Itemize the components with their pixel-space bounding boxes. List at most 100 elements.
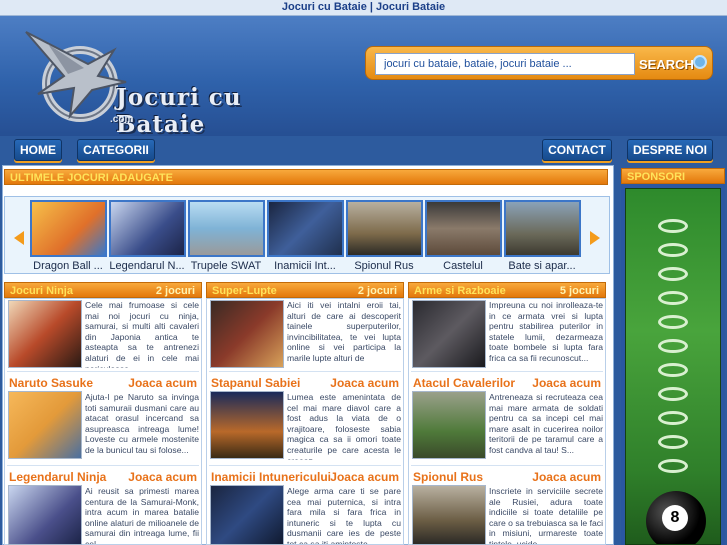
divider (209, 371, 401, 372)
play-now-link[interactable]: Joaca acum (532, 470, 601, 484)
banner-ring-icon (658, 435, 688, 449)
banner-ring-icon (658, 363, 688, 377)
carousel-label[interactable]: Castelul (423, 260, 503, 272)
game-thumbnail[interactable] (210, 391, 284, 459)
category-image[interactable] (210, 300, 284, 368)
play-now-link[interactable]: Joaca acum (128, 376, 197, 390)
category-count: 2 jocuri (357, 285, 397, 297)
game-description: Inscriete in serviciile secrete ale Rusi… (489, 486, 603, 544)
latest-games-header: ULTIMELE JOCURI ADAUGATE (4, 169, 608, 185)
sponsor-header: SPONSORI (621, 168, 725, 184)
carousel-label[interactable]: Inamicii Int... (265, 260, 345, 272)
sponsor-banner[interactable]: 8 (625, 188, 721, 545)
search-button[interactable]: SEARCH (637, 52, 709, 76)
game-thumbnail[interactable] (210, 485, 284, 545)
search-icon (693, 55, 707, 69)
game-title[interactable]: Stapanul Sabiei (211, 376, 300, 390)
site-logo[interactable]: Jocuri cu Bataie .com (18, 24, 318, 138)
site-header: Jocuri cu Bataie .com SEARCH (0, 16, 727, 138)
category-description: Impreuna cu noi inrolleaza-te in ce arma… (489, 300, 603, 363)
banner-ring-icon (658, 243, 688, 257)
game-thumbnail[interactable] (8, 485, 82, 545)
banner-ring-icon (658, 459, 688, 473)
nav-categorii[interactable]: CATEGORII (77, 139, 155, 161)
category-title: Arme si Razboaie (414, 285, 506, 297)
sponsor-panel: SPONSORI 8 (621, 168, 725, 545)
carousel-label[interactable]: Legendarul N... (107, 260, 187, 272)
carousel-thumb[interactable] (188, 200, 265, 257)
play-now-link[interactable]: Joaca acum (330, 376, 399, 390)
latest-games-title: ULTIMELE JOCURI ADAUGATE (10, 172, 173, 184)
divider (209, 465, 401, 466)
play-now-link[interactable]: Joaca acum (330, 470, 399, 484)
banner-ring-icon (658, 315, 688, 329)
carousel-thumb[interactable] (109, 200, 186, 257)
game-description: Alege arma care ti se pare cea mai puter… (287, 486, 401, 544)
carousel-thumb[interactable] (425, 200, 502, 257)
category-title: Super-Lupte (212, 285, 277, 297)
game-title[interactable]: Atacul Cavalerilor (413, 376, 515, 390)
carousel-label[interactable]: Bate si apar... (502, 260, 582, 272)
category-count: 5 jocuri (559, 285, 599, 297)
play-now-link[interactable]: Joaca acum (128, 470, 197, 484)
divider (7, 465, 199, 466)
category-description: Aici iti vei intalni eroii tai, alturi d… (287, 300, 401, 363)
category-column-ninja: Cele mai frumoase si cele mai noi jocuri… (4, 298, 202, 545)
nav-contact[interactable]: CONTACT (542, 139, 612, 161)
carousel-thumb[interactable] (346, 200, 423, 257)
page-title-bar: Jocuri cu Bataie | Jocuri Bataie (0, 0, 727, 16)
game-title[interactable]: Inamicii Intunericului (211, 470, 331, 484)
game-title[interactable]: Legendarul Ninja (9, 470, 106, 484)
category-header-super-lupte[interactable]: Super-Lupte 2 jocuri (206, 282, 404, 298)
page-title-separator: | (369, 1, 373, 13)
category-description: Cele mai frumoase si cele mai noi jocuri… (85, 300, 199, 368)
game-thumbnail[interactable] (412, 485, 486, 545)
banner-ring-icon (658, 387, 688, 401)
divider (7, 371, 199, 372)
carousel-thumb[interactable] (30, 200, 107, 257)
carousel-label[interactable]: Trupele SWAT (186, 260, 266, 272)
banner-ring-icon (658, 291, 688, 305)
category-image[interactable] (412, 300, 486, 368)
carousel-label[interactable]: Spionul Rus (344, 260, 424, 272)
divider (411, 465, 603, 466)
banner-ring-icon (658, 339, 688, 353)
page-title-link-left[interactable]: Jocuri cu Bataie (282, 1, 367, 13)
game-description: Lumea este amenintata de cel mai mare di… (287, 392, 401, 460)
game-description: Ai reusit sa primesti marea centura de l… (85, 486, 199, 544)
logo-suffix: .com (110, 114, 134, 125)
game-thumbnail[interactable] (8, 391, 82, 459)
game-title[interactable]: Spionul Rus (413, 470, 483, 484)
category-title: Jocuri Ninja (10, 285, 73, 297)
banner-ring-icon (658, 219, 688, 233)
game-description: Ajuta-l pe Naruto sa invinga toti samura… (85, 392, 199, 455)
game-thumbnail[interactable] (412, 391, 486, 459)
banner-ring-icon (658, 411, 688, 425)
search-button-label: SEARCH (639, 56, 694, 72)
category-column-super-lupte: Aici iti vei intalni eroii tai, alturi d… (206, 298, 404, 545)
carousel-label[interactable]: Dragon Ball ... (28, 260, 108, 272)
latest-games-carousel: Dragon Ball ... Legendarul N... Trupele … (4, 196, 610, 274)
page-title-link-right[interactable]: Jocuri Bataie (376, 1, 445, 13)
category-column-arme: Impreuna cu noi inrolleaza-te in ce arma… (408, 298, 606, 545)
category-count: 2 jocuri (155, 285, 195, 297)
game-description: Antreneaza si recruteaza cea mai mare ar… (489, 392, 603, 455)
carousel-thumb[interactable] (267, 200, 344, 257)
logo-text: Jocuri cu Bataie (116, 84, 242, 138)
category-image[interactable] (8, 300, 82, 368)
ball-number: 8 (662, 505, 688, 531)
play-now-link[interactable]: Joaca acum (532, 376, 601, 390)
carousel-prev-arrow-icon[interactable] (14, 231, 24, 245)
nav-home[interactable]: HOME (14, 139, 62, 161)
nav-despre-noi[interactable]: DESPRE NOI (627, 139, 713, 161)
billiard-ball-icon: 8 (646, 491, 706, 544)
banner-ring-icon (658, 267, 688, 281)
category-header-ninja[interactable]: Jocuri Ninja 2 jocuri (4, 282, 202, 298)
game-title[interactable]: Naruto Sasuke (9, 376, 93, 390)
category-header-arme[interactable]: Arme si Razboaie 5 jocuri (408, 282, 606, 298)
divider (411, 371, 603, 372)
carousel-thumb[interactable] (504, 200, 581, 257)
carousel-next-arrow-icon[interactable] (590, 231, 600, 245)
search-input[interactable] (375, 53, 635, 75)
search-box: SEARCH (365, 46, 713, 80)
